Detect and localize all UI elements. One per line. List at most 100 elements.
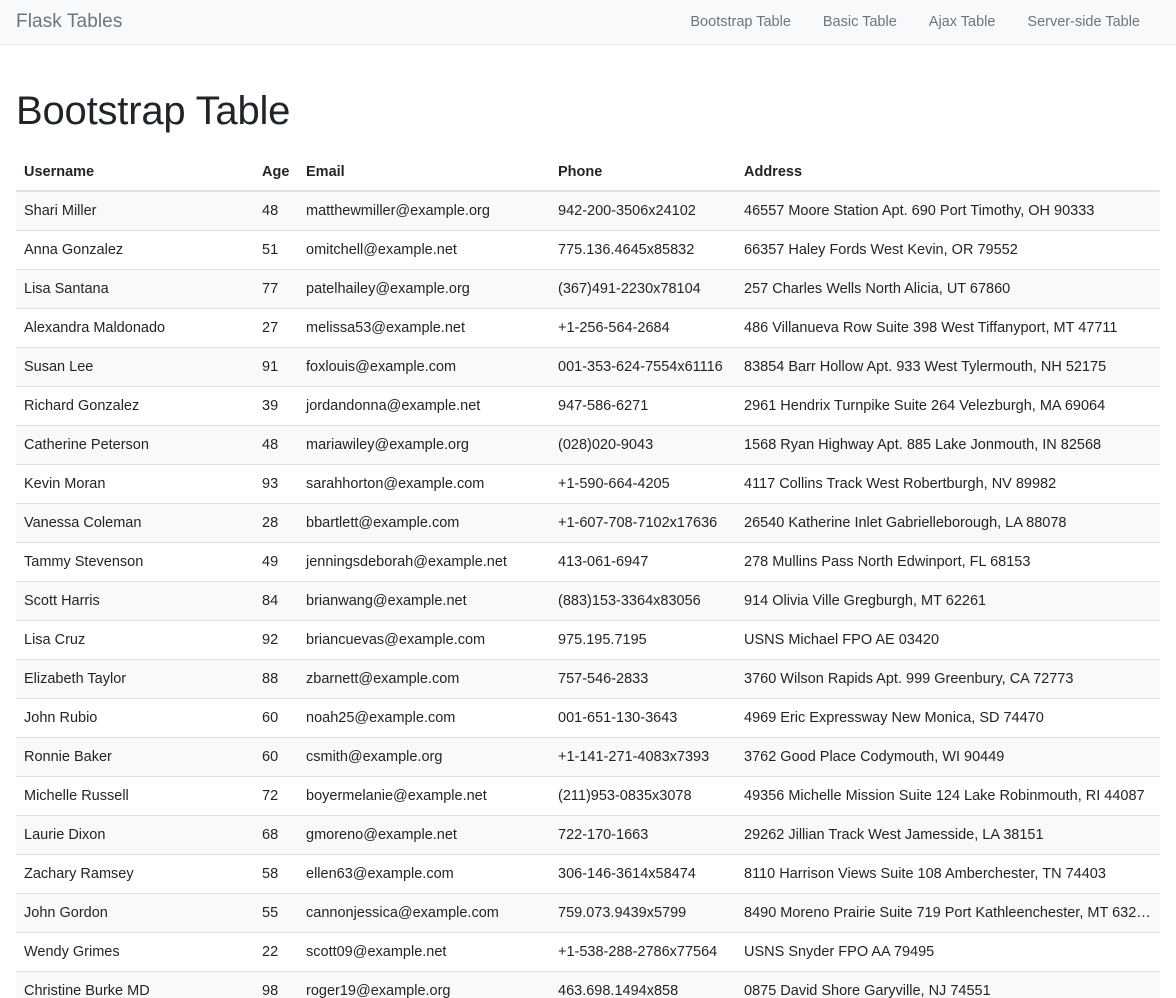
navbar: Flask Tables Bootstrap Table Basic Table…	[0, 0, 1176, 45]
cell-address: USNS Snyder FPO AA 79495	[736, 932, 1160, 972]
navbar-brand[interactable]: Flask Tables	[16, 11, 122, 33]
cell-address: 4969 Eric Expressway New Monica, SD 7447…	[736, 698, 1160, 738]
cell-phone: 001-353-624-7554x61116	[550, 347, 736, 387]
cell-username: Richard Gonzalez	[16, 386, 254, 426]
cell-username: Tammy Stevenson	[16, 542, 254, 582]
cell-age: 55	[254, 893, 298, 933]
cell-age: 49	[254, 542, 298, 582]
table-row: Tammy Stevenson 49 jenningsdeborah@example…	[16, 542, 1160, 582]
cell-email: roger19@example.org	[298, 971, 550, 998]
cell-phone: 001-651-130-3643	[550, 698, 736, 738]
cell-age: 91	[254, 347, 298, 387]
cell-email: omitchell@example.net	[298, 230, 550, 270]
cell-username: Lisa Santana	[16, 269, 254, 309]
cell-address: 83854 Barr Hollow Apt. 933 West Tylermou…	[736, 347, 1160, 387]
cell-phone: (883)153-3364x83056	[550, 581, 736, 621]
table-row: John Rubio 60 noah25@example.com 001-651-13…	[16, 698, 1160, 738]
cell-username: Elizabeth Taylor	[16, 659, 254, 699]
cell-address: 26540 Katherine Inlet Gabrielleborough, …	[736, 503, 1160, 543]
cell-email: foxlouis@example.com	[298, 347, 550, 387]
cell-age: 48	[254, 425, 298, 465]
table-row: Christine Burke MD 98 roger19@example.org 4…	[16, 971, 1160, 998]
cell-email: patelhailey@example.org	[298, 269, 550, 309]
cell-phone: 975.195.7195	[550, 620, 736, 660]
cell-address: USNS Michael FPO AE 03420	[736, 620, 1160, 660]
cell-phone: (211)953-0835x3078	[550, 776, 736, 816]
cell-address: 278 Mullins Pass North Edwinport, FL 681…	[736, 542, 1160, 582]
cell-address: 8110 Harrison Views Suite 108 Amberchest…	[736, 854, 1160, 894]
cell-address: 914 Olivia Ville Gregburgh, MT 62261	[736, 581, 1160, 621]
cell-age: 22	[254, 932, 298, 972]
cell-email: matthewmiller@example.org	[298, 190, 550, 231]
table-row: Kevin Moran 93 sarahhorton@example.com +1-5…	[16, 464, 1160, 504]
cell-username: Christine Burke MD	[16, 971, 254, 998]
cell-address: 257 Charles Wells North Alicia, UT 67860	[736, 269, 1160, 309]
table-row: Catherine Peterson 48 mariawiley@example.o…	[16, 425, 1160, 465]
table-row: Richard Gonzalez 39 jordandonna@example.ne…	[16, 386, 1160, 426]
cell-email: briancuevas@example.com	[298, 620, 550, 660]
table-body: Shari Miller 48 matthewmiller@example.org 9…	[16, 190, 1160, 998]
table-row: Vanessa Coleman 28 bbartlett@example.com +1…	[16, 503, 1160, 543]
cell-phone: 775.136.4645x85832	[550, 230, 736, 270]
cell-email: melissa53@example.net	[298, 308, 550, 348]
cell-username: Kevin Moran	[16, 464, 254, 504]
cell-email: boyermelanie@example.net	[298, 776, 550, 816]
cell-address: 2961 Hendrix Turnpike Suite 264 Velezbur…	[736, 386, 1160, 426]
cell-age: 84	[254, 581, 298, 621]
cell-address: 3760 Wilson Rapids Apt. 999 Greenbury, C…	[736, 659, 1160, 699]
cell-age: 72	[254, 776, 298, 816]
cell-username: Wendy Grimes	[16, 932, 254, 972]
cell-username: Susan Lee	[16, 347, 254, 387]
cell-email: brianwang@example.net	[298, 581, 550, 621]
table-row: Anna Gonzalez 51 omitchell@example.net 775.…	[16, 230, 1160, 270]
cell-phone: 942-200-3506x24102	[550, 190, 736, 231]
table-row: Michelle Russell 72 boyermelanie@example.n…	[16, 776, 1160, 816]
cell-age: 27	[254, 308, 298, 348]
cell-age: 88	[254, 659, 298, 699]
cell-phone: 947-586-6271	[550, 386, 736, 426]
cell-phone: 722-170-1663	[550, 815, 736, 855]
cell-username: Scott Harris	[16, 581, 254, 621]
cell-username: Alexandra Maldonado	[16, 308, 254, 348]
navbar-links: Bootstrap Table Basic Table Ajax Table S…	[674, 14, 1160, 30]
table-row: John Gordon 55 cannonjessica@example.com 75…	[16, 893, 1160, 933]
cell-address: 46557 Moore Station Apt. 690 Port Timoth…	[736, 190, 1160, 231]
cell-username: John Rubio	[16, 698, 254, 738]
nav-link-ajax-table[interactable]: Ajax Table	[913, 14, 1012, 30]
cell-phone: (367)491-2230x78104	[550, 269, 736, 309]
cell-email: bbartlett@example.com	[298, 503, 550, 543]
cell-phone: 463.698.1494x858	[550, 971, 736, 998]
cell-username: Anna Gonzalez	[16, 230, 254, 270]
cell-phone: 759.073.9439x5799	[550, 893, 736, 933]
table-row: Laurie Dixon 68 gmoreno@example.net 722-170…	[16, 815, 1160, 855]
cell-phone: +1-141-271-4083x7393	[550, 737, 736, 777]
cell-phone: 306-146-3614x58474	[550, 854, 736, 894]
cell-address: 4117 Collins Track West Robertburgh, NV …	[736, 464, 1160, 504]
cell-username: Zachary Ramsey	[16, 854, 254, 894]
table-row: Lisa Cruz 92 briancuevas@example.com 975.19…	[16, 620, 1160, 660]
column-header-username: Username	[16, 156, 254, 192]
cell-age: 93	[254, 464, 298, 504]
table-header-row: Username Age Email Phone Address	[16, 156, 1160, 192]
cell-username: Vanessa Coleman	[16, 503, 254, 543]
cell-age: 39	[254, 386, 298, 426]
cell-address: 8490 Moreno Prairie Suite 719 Port Kathl…	[736, 893, 1160, 933]
cell-address: 49356 Michelle Mission Suite 124 Lake Ro…	[736, 776, 1160, 816]
cell-username: Catherine Peterson	[16, 425, 254, 465]
cell-phone: +1-538-288-2786x77564	[550, 932, 736, 972]
table-row: Wendy Grimes 22 scott09@example.net +1-538-…	[16, 932, 1160, 972]
cell-email: sarahhorton@example.com	[298, 464, 550, 504]
table-row: Lisa Santana 77 patelhailey@example.org (36…	[16, 269, 1160, 309]
cell-age: 60	[254, 737, 298, 777]
cell-address: 1568 Ryan Highway Apt. 885 Lake Jonmouth…	[736, 425, 1160, 465]
nav-link-basic-table[interactable]: Basic Table	[807, 14, 913, 30]
cell-age: 68	[254, 815, 298, 855]
cell-age: 92	[254, 620, 298, 660]
cell-username: Shari Miller	[16, 190, 254, 231]
nav-link-bootstrap-table[interactable]: Bootstrap Table	[674, 14, 807, 30]
column-header-email: Email	[298, 156, 550, 192]
cell-phone: +1-590-664-4205	[550, 464, 736, 504]
table-row: Shari Miller 48 matthewmiller@example.org 9…	[16, 190, 1160, 231]
page-title: Bootstrap Table	[16, 89, 291, 133]
nav-link-server-side-table[interactable]: Server-side Table	[1011, 14, 1156, 30]
